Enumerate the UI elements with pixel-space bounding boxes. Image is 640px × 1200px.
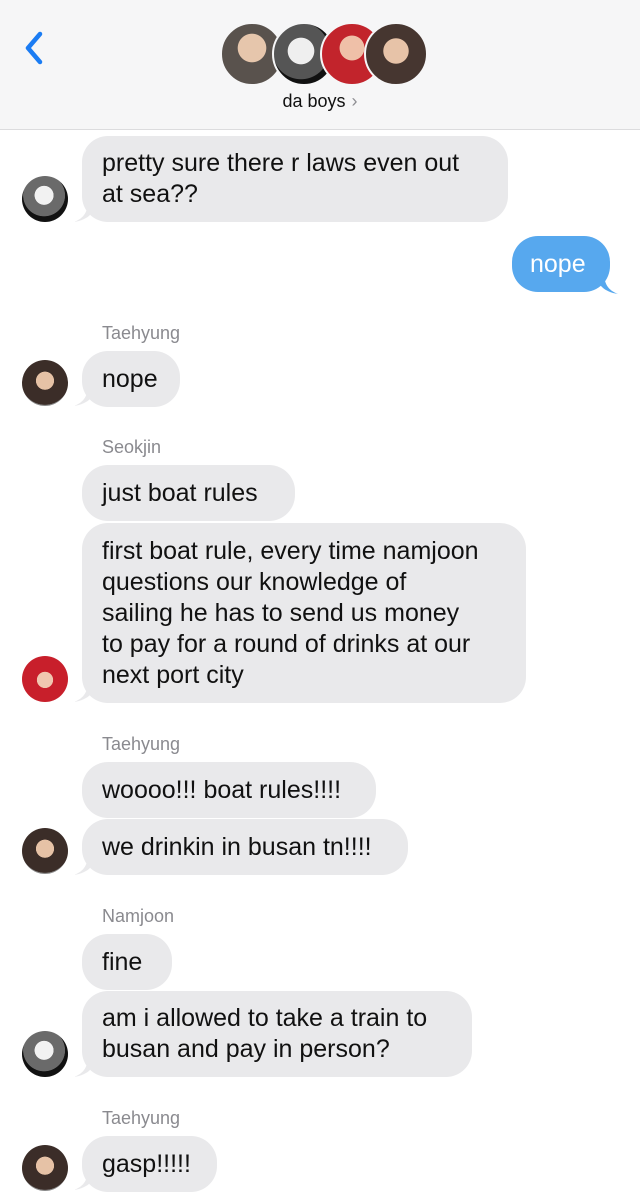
group-name-button[interactable]: da boys › [0,91,640,112]
group-name: da boys [282,91,346,111]
bubble-tail [596,272,618,294]
message-text: we drinkin in busan tn!!!! [102,833,372,861]
message-text: at sea?? [102,180,198,208]
message-text: busan and pay in person? [102,1035,390,1063]
message-text: first boat rule, every time namjoon [102,537,479,565]
avatar[interactable] [22,1031,68,1077]
message-text: pretty sure there r laws even out [102,149,460,177]
conversation-header: da boys › [0,0,640,130]
group-avatars[interactable] [220,22,428,86]
sender-name: Taehyung [102,1108,181,1128]
message-text: just boat rules [102,479,258,507]
chevron-right-icon: › [351,91,358,111]
message-text: nope [102,365,158,393]
message-bubble[interactable]: woooo!!! boat rules!!!! [82,762,376,818]
message-bubble[interactable]: gasp!!!!! [82,1136,217,1192]
avatar[interactable] [22,656,68,702]
message-text: woooo!!! boat rules!!!! [102,776,342,804]
message-text: questions our knowledge of [102,568,407,596]
message-text: gasp!!!!! [102,1150,191,1178]
message-text: sailing he has to send us money [102,599,460,627]
message-text: to pay for a round of drinks at our [102,630,471,658]
back-button[interactable] [18,28,54,68]
avatar[interactable] [22,360,68,406]
message-bubble[interactable]: just boat rules [82,465,295,521]
message-text: fine [102,948,143,976]
sender-name: Taehyung [102,323,181,343]
message-text: next port city [102,661,244,689]
message-bubble[interactable]: nope [82,351,180,407]
message-text: nope [530,250,586,278]
sender-name: Seokjin [102,437,162,457]
sender-name: Taehyung [102,734,181,754]
sender-name: Namjoon [102,906,175,926]
message-bubble[interactable]: we drinkin in busan tn!!!! [82,819,408,875]
avatar[interactable] [22,1145,68,1191]
message-bubble[interactable]: first boat rule, every time namjoon ques… [82,523,526,703]
avatar[interactable] [22,176,68,222]
avatar [364,22,428,86]
message-bubble[interactable]: am i allowed to take a train to busan an… [82,991,472,1077]
message-bubble[interactable]: pretty sure there r laws even out at sea… [82,136,508,222]
avatar[interactable] [22,828,68,874]
message-bubble[interactable]: fine [82,934,172,990]
message-text: am i allowed to take a train to [102,1004,428,1032]
chevron-left-icon [25,31,43,65]
